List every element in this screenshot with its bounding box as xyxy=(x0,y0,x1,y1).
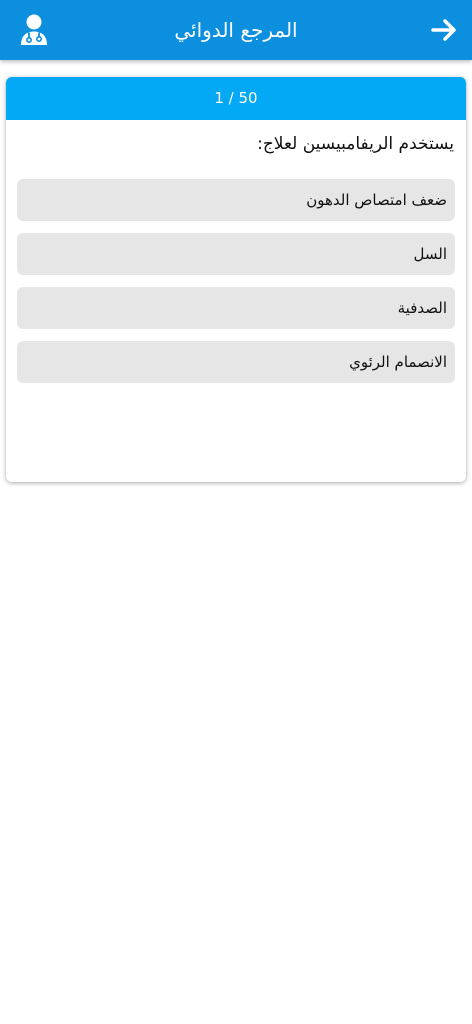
answer-options: ضعف امتصاص الدهون السل الصدفية الانصمام … xyxy=(17,179,455,395)
app-bar: المرجع الدوائي xyxy=(0,0,472,60)
question-text: يستخدم الريفامبيسين لعلاج: xyxy=(257,134,454,154)
answer-option-2[interactable]: السل xyxy=(17,233,455,275)
answer-option-4[interactable]: الانصمام الرئوي xyxy=(17,341,455,383)
profile-button[interactable] xyxy=(18,13,50,47)
back-button[interactable] xyxy=(428,14,460,46)
answer-option-3[interactable]: الصدفية xyxy=(17,287,455,329)
arrow-right-icon xyxy=(431,19,456,41)
progress-header: 1 / 50 xyxy=(6,77,466,120)
answer-option-1[interactable]: ضعف امتصاص الدهون xyxy=(17,179,455,221)
app-title: المرجع الدوائي xyxy=(174,18,298,42)
doctor-icon xyxy=(21,14,47,45)
quiz-card: 1 / 50 يستخدم الريفامبيسين لعلاج: ضعف ام… xyxy=(6,77,466,482)
